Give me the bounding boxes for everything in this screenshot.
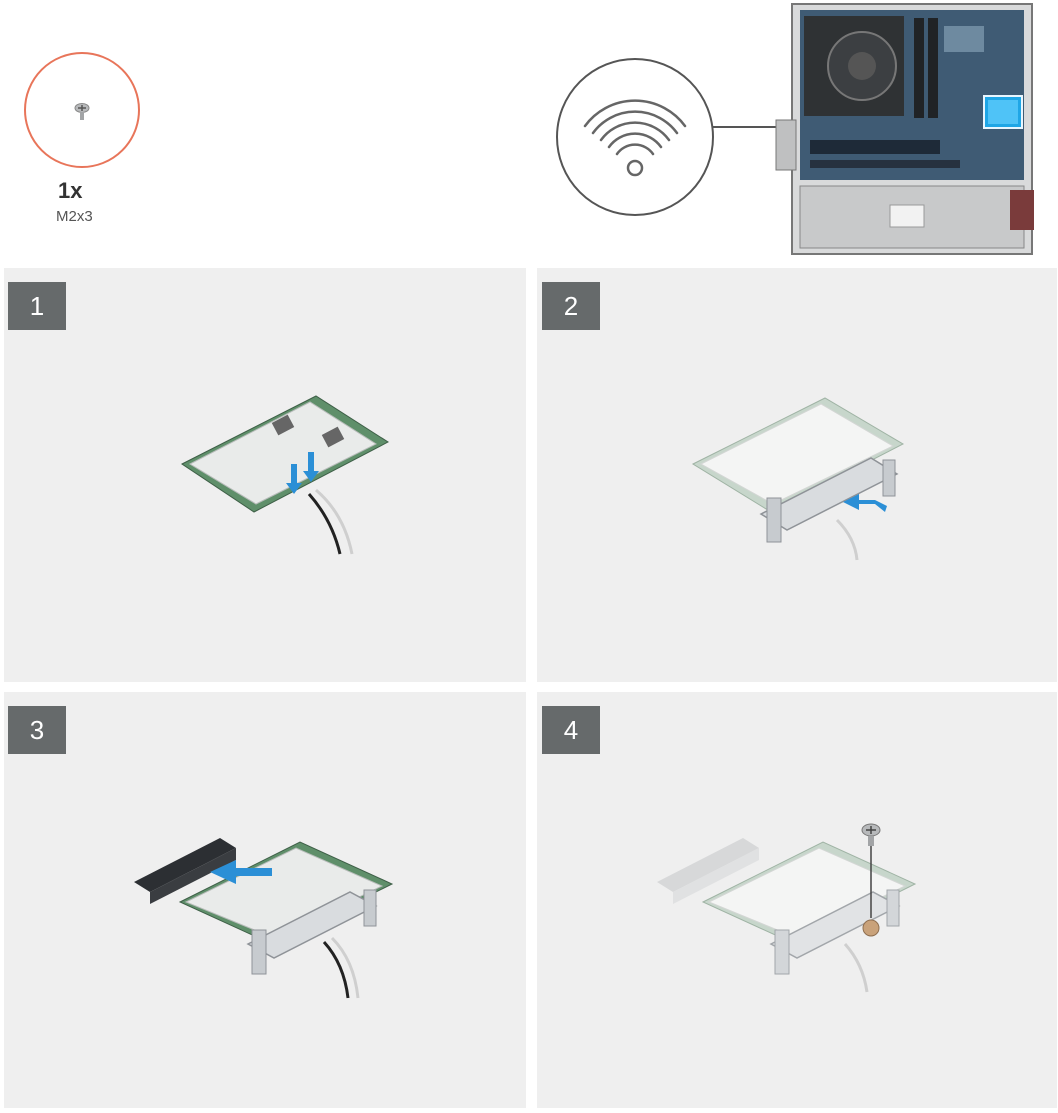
wifi-icon [583, 99, 687, 177]
screw-legend-circle [24, 52, 140, 168]
step-2-panel: 2 [537, 268, 1057, 682]
wifi-callout-circle [556, 58, 714, 216]
screw-count: 1x [58, 178, 83, 203]
screw-size: M2x3 [56, 208, 93, 225]
step-3-panel: 3 [4, 692, 526, 1108]
desktop-chassis-icon [775, 3, 1034, 255]
screw-icon [861, 823, 881, 846]
wlan-screw-install-illustration [657, 823, 917, 993]
step-1-panel: 1 [4, 268, 526, 682]
wlan-card-cable-connect-illustration [181, 395, 389, 555]
step-4-panel: 4 [537, 692, 1057, 1108]
wlan-bracket-install-illustration [691, 397, 905, 561]
screw-icon [74, 103, 90, 120]
wlan-card-slot-insert-illustration [134, 838, 394, 999]
